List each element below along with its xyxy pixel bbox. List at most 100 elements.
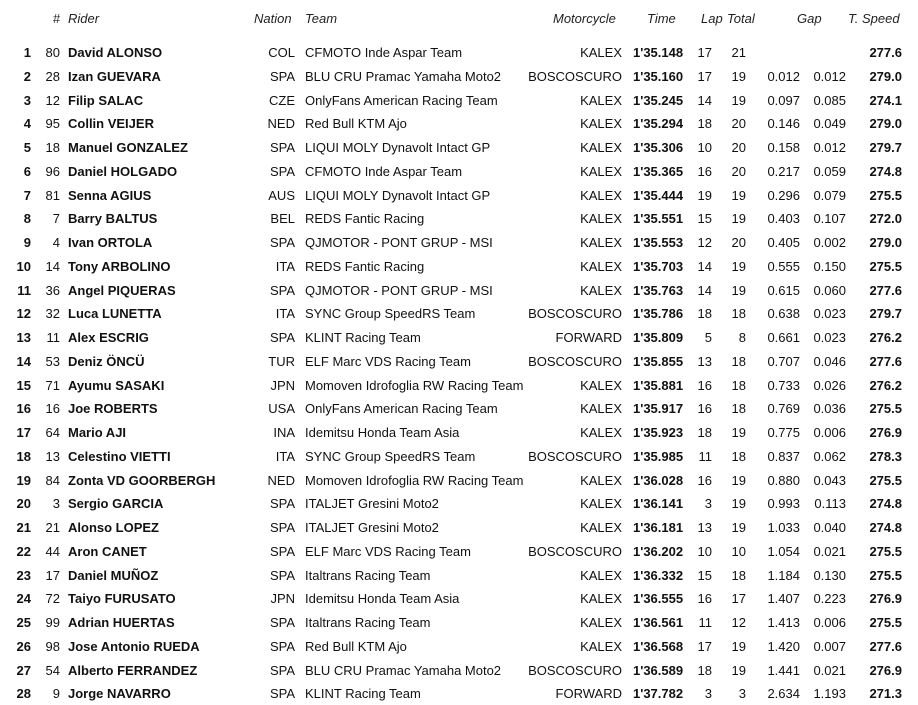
position: 24	[16, 591, 31, 607]
rider-number: 16	[45, 401, 60, 417]
lap-time: 1'36.568	[633, 638, 684, 654]
gap-to-first: 0.993	[767, 496, 800, 512]
total-laps: 18	[731, 306, 746, 322]
gap-to-first: 1.033	[767, 520, 800, 535]
total-laps: 17	[731, 591, 746, 607]
position: 20	[16, 496, 31, 512]
rider-name: Deniz ÖNCÜ	[68, 353, 145, 369]
table-row: 26 98 Jose Antonio RUEDA SPA Red Bull KTM Aj…	[0, 636, 918, 658]
rider-number: 80	[45, 45, 60, 60]
rider-name: Mario AJI	[68, 425, 127, 440]
table-row: 11 36 Angel PIQUERAS SPA QJMOTOR - PONT GRUP…	[0, 280, 918, 302]
gap-to-first: 0.403	[767, 211, 800, 227]
motorcycle: KALEX	[580, 591, 622, 607]
nation-code: COL	[268, 45, 295, 60]
rider-name: Daniel MUÑOZ	[68, 567, 159, 583]
team-name: BLU CRU Pramac Yamaha Moto2	[305, 68, 502, 84]
team-name: ELF Marc VDS Racing Team	[305, 543, 471, 559]
rider-number: 98	[45, 638, 60, 654]
team-name: SYNC Group SpeedRS Team	[305, 306, 476, 322]
results-table: # Rider Nation Team Motorcycle Time Lap …	[0, 0, 918, 704]
motorcycle: KALEX	[580, 140, 622, 155]
gap-to-previous: 0.079	[813, 187, 846, 203]
best-lap: 14	[697, 258, 712, 274]
lap-time: 1'35.763	[633, 282, 684, 298]
lap-time: 1'35.365	[633, 163, 684, 179]
team-name: REDS Fantic Racing	[305, 211, 425, 227]
nation-code: SPA	[269, 282, 295, 298]
top-speed: 274.1	[869, 92, 902, 108]
position: 4	[23, 116, 31, 132]
total-laps: 18	[731, 448, 746, 464]
motorcycle: KALEX	[580, 235, 622, 250]
rider-name: Jorge NAVARRO	[68, 686, 171, 702]
rider-number: 36	[45, 282, 60, 298]
header-rider: Rider	[68, 11, 100, 26]
gap-to-first: 0.837	[767, 448, 800, 464]
position: 2	[23, 68, 31, 84]
total-laps: 19	[731, 662, 746, 678]
top-speed: 274.8	[869, 496, 902, 512]
position: 5	[23, 140, 31, 155]
best-lap: 18	[697, 662, 712, 678]
team-name: ITALJET Gresini Moto2	[305, 520, 439, 535]
lap-time: 1'36.141	[633, 496, 684, 512]
total-laps: 20	[731, 140, 746, 155]
gap-to-previous: 1.193	[813, 686, 846, 702]
best-lap: 19	[697, 187, 712, 203]
nation-code: ITA	[275, 306, 295, 322]
table-row: 16 16 Joe ROBERTS USA OnlyFans American Raci…	[0, 398, 918, 420]
nation-code: SPA	[269, 543, 295, 559]
gap-to-previous: 0.021	[813, 662, 846, 678]
best-lap: 16	[697, 163, 712, 179]
lap-time: 1'35.553	[633, 235, 684, 250]
rider-number: 95	[45, 116, 60, 132]
team-name: ELF Marc VDS Racing Team	[305, 353, 471, 369]
lap-time: 1'35.809	[633, 330, 684, 345]
top-speed: 275.5	[869, 187, 902, 203]
motorcycle: KALEX	[580, 258, 622, 274]
position: 9	[23, 235, 31, 250]
position: 17	[16, 425, 31, 440]
gap-to-first: 1.441	[767, 662, 800, 678]
header-speed: T. Speed	[848, 11, 900, 26]
team-name: Italtrans Racing Team	[305, 567, 431, 583]
rider-number: 3	[52, 496, 60, 512]
lap-time: 1'35.148	[633, 45, 684, 60]
best-lap: 16	[697, 472, 712, 488]
top-speed: 275.5	[869, 615, 902, 630]
nation-code: JPN	[270, 377, 295, 393]
table-row: 15 71 Ayumu SASAKI JPN Momoven Idrofoglia RW…	[0, 375, 918, 397]
team-name: Idemitsu Honda Team Asia	[305, 591, 460, 607]
rider-number: 84	[45, 472, 60, 488]
total-laps: 18	[731, 377, 746, 393]
table-row: 5 18 Manuel GONZALEZ SPA LIQUI MOLY Dynavolt…	[0, 137, 918, 159]
gap-to-previous: 0.006	[813, 615, 846, 630]
header-gap: Gap	[797, 11, 822, 26]
header-motorcycle: Motorcycle	[553, 11, 616, 26]
rider-number: 54	[45, 662, 60, 678]
top-speed: 279.7	[869, 140, 902, 155]
gap-to-previous: 0.060	[813, 282, 846, 298]
position: 1	[23, 45, 31, 60]
gap-to-previous: 0.021	[813, 543, 846, 559]
position: 7	[23, 187, 31, 203]
gap-to-previous: 0.007	[813, 638, 846, 654]
total-laps: 12	[731, 615, 746, 630]
lap-time: 1'35.703	[633, 258, 684, 274]
motorcycle: KALEX	[580, 92, 622, 108]
rider-number: 96	[45, 163, 60, 179]
table-row: 2 28 Izan GUEVARA SPA BLU CRU Pramac Yamaha …	[0, 66, 918, 88]
team-name: SYNC Group SpeedRS Team	[305, 448, 476, 464]
position: 12	[16, 306, 31, 322]
top-speed: 276.9	[869, 591, 902, 607]
table-row: 22 44 Aron CANET SPA ELF Marc VDS Racing Tea…	[0, 541, 918, 563]
rider-number: 9	[52, 686, 60, 702]
motorcycle: KALEX	[580, 45, 622, 60]
rider-name: Ivan ORTOLA	[68, 235, 153, 250]
position: 18	[16, 448, 31, 464]
position: 8	[23, 211, 31, 227]
position: 28	[16, 686, 31, 702]
rider-name: Angel PIQUERAS	[68, 282, 176, 298]
total-laps: 8	[738, 330, 746, 345]
